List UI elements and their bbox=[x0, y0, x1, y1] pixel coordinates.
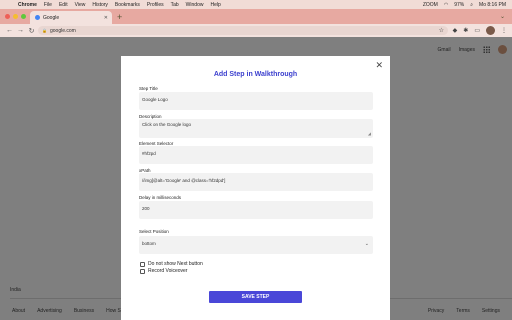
zoom-indicator[interactable]: ZOOM bbox=[423, 2, 438, 8]
menu-kebab-icon[interactable]: ⋮ bbox=[501, 27, 507, 34]
new-tab-icon[interactable]: + bbox=[117, 12, 122, 22]
menu-tab[interactable]: Tab bbox=[171, 2, 179, 8]
tab-search-icon[interactable]: ⌄ bbox=[500, 13, 505, 20]
description-text[interactable]: Click on the Google logo bbox=[142, 122, 191, 127]
footer-link-terms[interactable]: Terms bbox=[456, 308, 470, 314]
address-bar[interactable]: 🔒 google.com ☆ bbox=[38, 26, 448, 35]
battery-percent[interactable]: 97% bbox=[454, 2, 464, 8]
tab-google[interactable]: Google ✕ bbox=[30, 11, 112, 24]
xpath-input[interactable]: //img[@alt='Google' and @class='hf2dpd'] bbox=[139, 173, 373, 191]
delay-label: Delay in milliseconds bbox=[139, 195, 182, 200]
element-selector-input[interactable]: #hf2pd bbox=[139, 146, 373, 164]
macos-menubar: Chrome File Edit View History Bookmarks … bbox=[0, 0, 512, 9]
hide-next-label[interactable]: Do not show Next button bbox=[148, 261, 203, 267]
position-value[interactable]: bottom bbox=[142, 241, 156, 246]
menu-profiles[interactable]: Profiles bbox=[147, 2, 164, 8]
position-label: Select Position bbox=[139, 229, 169, 234]
sidepanel-icon[interactable]: ▭ bbox=[474, 27, 480, 34]
url-text[interactable]: google.com bbox=[50, 28, 76, 34]
footer-link-advertising[interactable]: Advertising bbox=[37, 308, 62, 314]
tab-title: Google bbox=[43, 14, 60, 21]
record-voiceover-checkbox[interactable] bbox=[140, 268, 145, 274]
record-voiceover-label[interactable]: Record Voiceover bbox=[148, 268, 187, 274]
puzzle-icon[interactable]: ✱ bbox=[463, 27, 468, 34]
bookmark-star-icon[interactable]: ☆ bbox=[439, 27, 444, 34]
chevron-down-icon[interactable]: ⌄ bbox=[365, 241, 369, 247]
modal-title: Add Step in Walkthrough bbox=[213, 71, 298, 78]
delay-input[interactable]: 200 bbox=[139, 201, 373, 219]
menu-history[interactable]: History bbox=[92, 2, 108, 8]
hide-next-checkbox-row[interactable]: Do not show Next button bbox=[140, 261, 203, 267]
clock[interactable]: Mo 8:16 PM bbox=[479, 2, 506, 8]
menu-bookmarks[interactable]: Bookmarks bbox=[115, 2, 140, 8]
wifi-icon[interactable]: ◠ bbox=[444, 2, 448, 8]
close-icon[interactable]: ✕ bbox=[375, 60, 383, 71]
tab-strip: Google ✕ + ⌄ bbox=[0, 9, 512, 24]
window-controls bbox=[5, 14, 26, 19]
footer-link-business[interactable]: Business bbox=[74, 308, 94, 314]
menu-file[interactable]: File bbox=[44, 2, 52, 8]
record-voiceover-checkbox-row[interactable]: Record Voiceover bbox=[140, 268, 187, 274]
gmail-link[interactable]: Gmail bbox=[438, 47, 451, 53]
footer-link-about[interactable]: About bbox=[12, 308, 25, 314]
lock-icon[interactable]: 🔒 bbox=[42, 28, 47, 33]
footer-link-privacy[interactable]: Privacy bbox=[428, 308, 444, 314]
menu-edit[interactable]: Edit bbox=[59, 2, 68, 8]
minimize-window-icon[interactable] bbox=[13, 14, 18, 19]
step-title-label: Step Title bbox=[139, 86, 158, 91]
profile-avatar[interactable] bbox=[486, 26, 495, 35]
menu-chrome[interactable]: Chrome bbox=[18, 2, 37, 8]
menu-view[interactable]: View bbox=[75, 2, 86, 8]
images-link[interactable]: Images bbox=[459, 47, 475, 53]
save-step-button[interactable]: SAVE STEP bbox=[209, 291, 302, 303]
google-account-avatar[interactable] bbox=[498, 45, 507, 54]
menu-help[interactable]: Help bbox=[210, 2, 220, 8]
close-window-icon[interactable] bbox=[5, 14, 10, 19]
position-select[interactable]: bottom ⌄ bbox=[139, 236, 373, 254]
apps-grid-icon[interactable] bbox=[483, 46, 490, 53]
google-favicon-icon bbox=[35, 15, 40, 20]
description-textarea[interactable]: Click on the Google logo ◢ bbox=[139, 119, 373, 138]
close-tab-icon[interactable]: ✕ bbox=[104, 15, 108, 21]
maximize-window-icon[interactable] bbox=[21, 14, 26, 19]
step-title-input[interactable]: Google Logo bbox=[139, 92, 373, 110]
reload-icon[interactable]: ↻ bbox=[27, 27, 36, 35]
browser-toolbar: ← → ↻ 🔒 google.com ☆ ◆ ✱ ▭ ⋮ bbox=[0, 24, 512, 37]
back-icon[interactable]: ← bbox=[5, 27, 14, 34]
add-step-modal: ✕ Add Step in Walkthrough Step Title Goo… bbox=[121, 56, 390, 320]
resize-handle-icon[interactable]: ◢ bbox=[368, 131, 371, 136]
footer-link-settings[interactable]: Settings bbox=[482, 308, 500, 314]
hide-next-checkbox[interactable] bbox=[140, 261, 145, 267]
search-icon[interactable]: ⌕ bbox=[470, 2, 473, 8]
extension-icon[interactable]: ◆ bbox=[453, 27, 458, 34]
menu-window[interactable]: Window bbox=[186, 2, 204, 8]
forward-icon[interactable]: → bbox=[16, 27, 25, 34]
